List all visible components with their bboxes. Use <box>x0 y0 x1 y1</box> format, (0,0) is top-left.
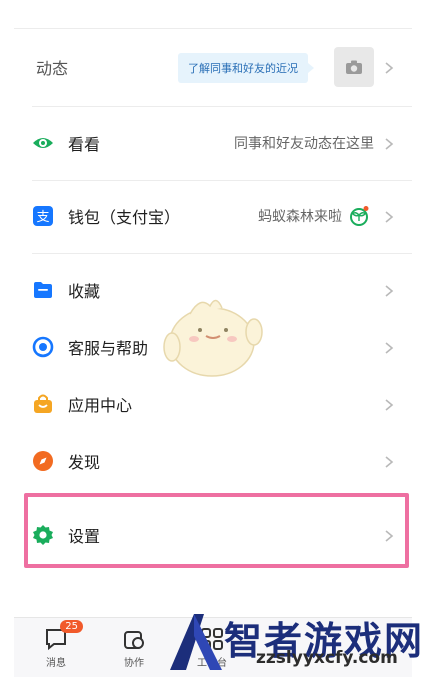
kankan-detail: 同事和好友动态在这里 <box>234 136 374 152</box>
eye-icon <box>32 132 54 154</box>
chevron-right-icon <box>382 60 396 74</box>
chevron-right-icon <box>382 283 396 297</box>
tab-collab[interactable]: 协作 <box>104 626 164 669</box>
chevron-right-icon <box>382 454 396 468</box>
app-center-label: 应用中心 <box>68 396 133 415</box>
dynamics-hint-bubble: 了解同事和好友的近况 <box>178 53 314 83</box>
chevron-right-icon <box>382 340 396 354</box>
discover-label: 发现 <box>68 453 101 472</box>
watermark-logo-icon <box>170 614 222 670</box>
app-center-row[interactable]: 应用中心 <box>14 377 412 431</box>
collab-icon <box>121 626 147 652</box>
tab-messages-label: 消息 <box>46 658 66 669</box>
discover-row[interactable]: 发现 <box>14 434 412 488</box>
favorites-label: 收藏 <box>68 282 101 301</box>
tab-messages[interactable]: 25 消息 <box>26 620 86 669</box>
kankan-row[interactable]: 看看 同事和好友动态在这里 <box>14 116 412 170</box>
folder-icon <box>32 279 54 301</box>
sprout-icon <box>348 205 370 227</box>
divider <box>32 180 412 181</box>
kankan-label: 看看 <box>68 135 101 154</box>
divider <box>14 28 412 29</box>
chat-bubble-icon: 25 <box>43 620 83 652</box>
wallet-label: 钱包（支付宝） <box>68 208 181 227</box>
compass-icon <box>32 450 54 472</box>
mascot-sticker-image <box>160 292 264 382</box>
svg-text:支: 支 <box>36 210 49 225</box>
dynamics-hint-text: 了解同事和好友的近况 <box>188 62 298 75</box>
watermark-url: zzslyyxcfy.com <box>256 648 398 668</box>
dynamics-label: 动态 <box>36 59 69 78</box>
settings-highlight-box <box>24 493 409 568</box>
unread-badge: 25 <box>60 620 83 633</box>
divider <box>32 253 412 254</box>
chevron-right-icon <box>382 397 396 411</box>
wallet-row[interactable]: 支 钱包（支付宝） 蚂蚁森林来啦 <box>14 189 412 243</box>
tab-collab-label: 协作 <box>124 658 144 669</box>
support-label: 客服与帮助 <box>68 339 149 358</box>
divider <box>32 106 412 107</box>
chevron-right-icon <box>382 209 396 223</box>
chevron-right-icon <box>382 136 396 150</box>
wallet-detail: 蚂蚁森林来啦 <box>258 209 342 225</box>
headset-icon <box>32 336 54 358</box>
alipay-icon: 支 <box>32 205 54 227</box>
site-watermark: 智者游戏网 zzslyyxcfy.com <box>160 608 426 676</box>
bag-icon <box>32 393 54 415</box>
camera-icon[interactable] <box>334 47 374 87</box>
dynamics-chevron-wrap <box>382 41 412 93</box>
